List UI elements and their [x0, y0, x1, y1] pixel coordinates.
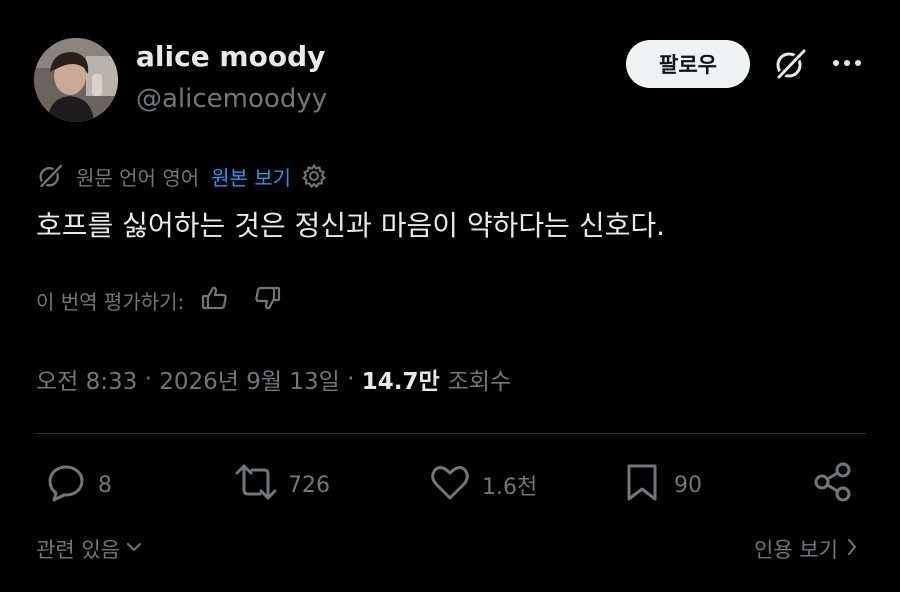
share-icon — [810, 460, 856, 510]
reply-count: 8 — [98, 472, 112, 498]
grok-icon[interactable] — [772, 46, 808, 82]
rate-label: 이 번역 평가하기: — [36, 289, 185, 314]
tweet-time[interactable]: 오전 8:33 — [36, 362, 137, 396]
like-button[interactable]: 1.6천 — [428, 462, 537, 508]
meta-separator: · — [339, 366, 362, 392]
avatar-image — [34, 38, 118, 122]
bookmark-icon — [622, 460, 662, 510]
grok-translate-icon — [36, 162, 64, 190]
like-count: 1.6천 — [482, 475, 538, 500]
meta-separator: · — [137, 366, 160, 392]
repost-button[interactable]: 726 — [232, 462, 330, 508]
follow-button[interactable]: 팔로우 — [626, 40, 750, 88]
views-label: 조회수 — [447, 369, 512, 395]
thumbs-down-icon[interactable] — [252, 283, 282, 318]
repost-count: 726 — [288, 472, 330, 498]
related-toggle[interactable]: 관련 있음 — [36, 534, 144, 564]
related-label: 관련 있음 — [36, 538, 120, 562]
reply-button[interactable]: 8 — [44, 462, 112, 508]
divider — [36, 433, 866, 434]
rate-translation: 이 번역 평가하기: — [36, 284, 282, 316]
gear-icon[interactable] — [301, 163, 327, 189]
bookmark-count: 90 — [674, 472, 702, 498]
avatar[interactable] — [34, 38, 118, 122]
chevron-right-icon — [844, 536, 860, 563]
views-count[interactable]: 14.7만 — [362, 362, 440, 396]
tweet-date[interactable]: 2026년 9월 13일 — [159, 362, 340, 396]
view-quotes-label: 인용 보기 — [754, 538, 838, 562]
reply-icon — [44, 460, 88, 510]
chevron-down-icon — [124, 537, 144, 562]
heart-icon — [428, 460, 472, 510]
translation-info: 원문 언어 영어 — [76, 165, 200, 190]
thumbs-up-icon[interactable] — [200, 283, 230, 318]
show-original-link[interactable]: 원본 보기 — [211, 162, 291, 191]
tweet-text: 호프를 싫어하는 것은 정신과 마음이 약하다는 신호다. — [36, 209, 666, 242]
more-options-icon[interactable] — [830, 48, 864, 78]
display-name[interactable]: alice moody — [136, 40, 325, 73]
bookmark-button[interactable]: 90 — [622, 462, 702, 508]
share-button[interactable] — [810, 462, 856, 508]
view-quotes-link[interactable]: 인용 보기 — [754, 534, 860, 564]
repost-icon — [232, 460, 280, 510]
translation-bar: 원문 언어 영어 원본 보기 — [36, 160, 327, 192]
user-handle[interactable]: @alicemoodyy — [136, 84, 327, 114]
tweet-meta: 오전 8:33 · 2026년 9월 13일 · 14.7만 조회수 — [36, 360, 511, 398]
